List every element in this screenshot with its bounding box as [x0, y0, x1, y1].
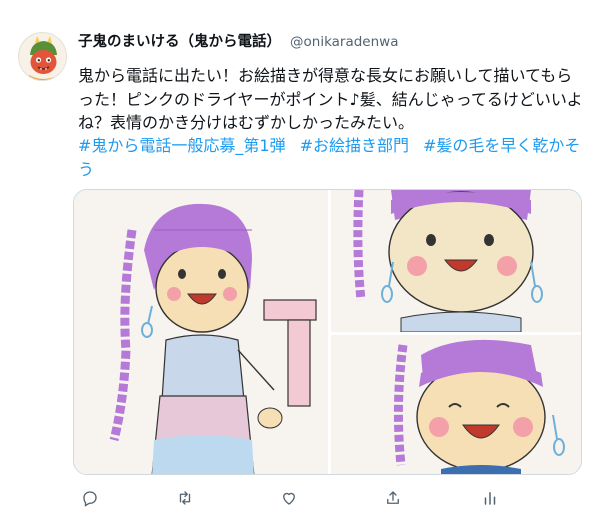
tweet-text: 鬼から電話に出たい！お絵描きが得意な長女にお願いして描いてもらった！ピンクのドラ… [78, 66, 583, 132]
share-icon [387, 491, 399, 504]
media-grid [73, 189, 582, 475]
drawing-smiling-closeup-image [331, 335, 581, 474]
tweet-actions [78, 486, 508, 510]
retweet-icon [179, 491, 191, 505]
media-image-smiling-closeup[interactable] [331, 335, 581, 474]
display-name[interactable]: 子鬼のまいける（鬼から電話） [78, 30, 281, 51]
user-handle[interactable]: @onikaradenwa [290, 34, 399, 50]
oni-avatar-icon [19, 33, 66, 80]
media-image-full-body[interactable] [74, 190, 328, 474]
media-image-face-closeup[interactable] [331, 190, 581, 332]
tweet-card: 子鬼のまいける（鬼から電話） @onikaradenwa 鬼から電話に出たい！お… [0, 0, 601, 518]
drawing-full-body-image [74, 190, 328, 474]
reply-icon [83, 491, 97, 507]
hashtag-link[interactable]: #お絵描き部門 [300, 136, 409, 155]
avatar[interactable] [18, 32, 67, 81]
tweet-header: 子鬼のまいける（鬼から電話） @onikaradenwa [78, 30, 399, 52]
analytics-icon [484, 492, 496, 505]
reply-button[interactable] [78, 486, 102, 510]
retweet-button[interactable] [173, 486, 197, 510]
hashtag-list: #鬼から電話一般応募_第1弾 #お絵描き部門 #髪の毛を早く乾かそう [78, 134, 588, 182]
like-icon [283, 492, 295, 505]
like-button[interactable] [277, 486, 301, 510]
share-button[interactable] [381, 486, 405, 510]
analytics-button[interactable] [478, 486, 502, 510]
drawing-face-closeup-image [331, 190, 581, 332]
hashtag-link[interactable]: #鬼から電話一般応募_第1弾 [78, 136, 286, 155]
